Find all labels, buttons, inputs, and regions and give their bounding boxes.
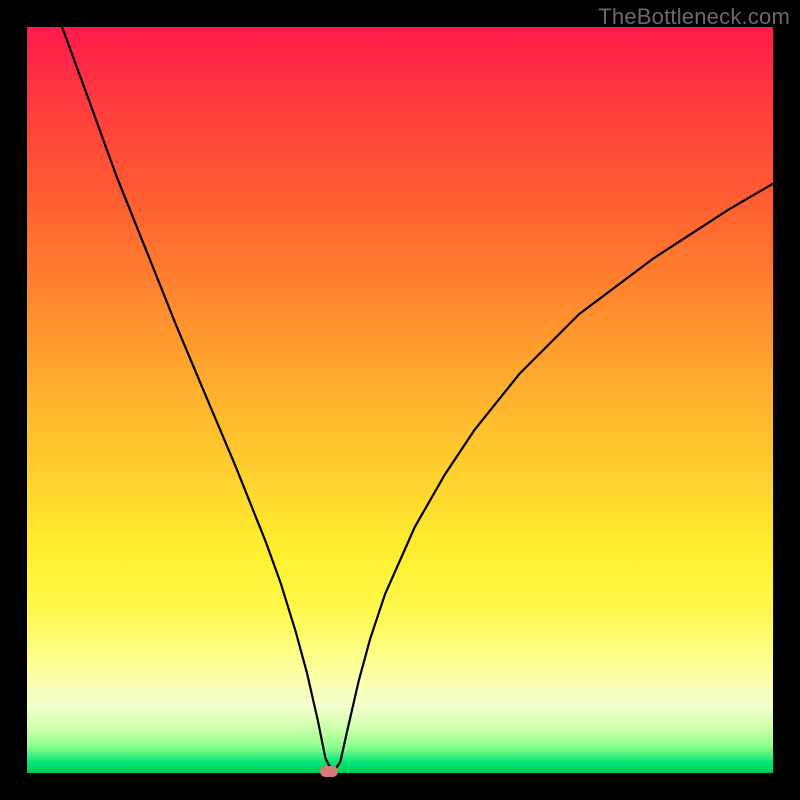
plot-area: [27, 27, 773, 773]
chart-frame: TheBottleneck.com: [0, 0, 800, 800]
bottleneck-curve: [27, 27, 773, 773]
optimal-marker: [320, 766, 338, 777]
watermark-text: TheBottleneck.com: [598, 4, 790, 30]
